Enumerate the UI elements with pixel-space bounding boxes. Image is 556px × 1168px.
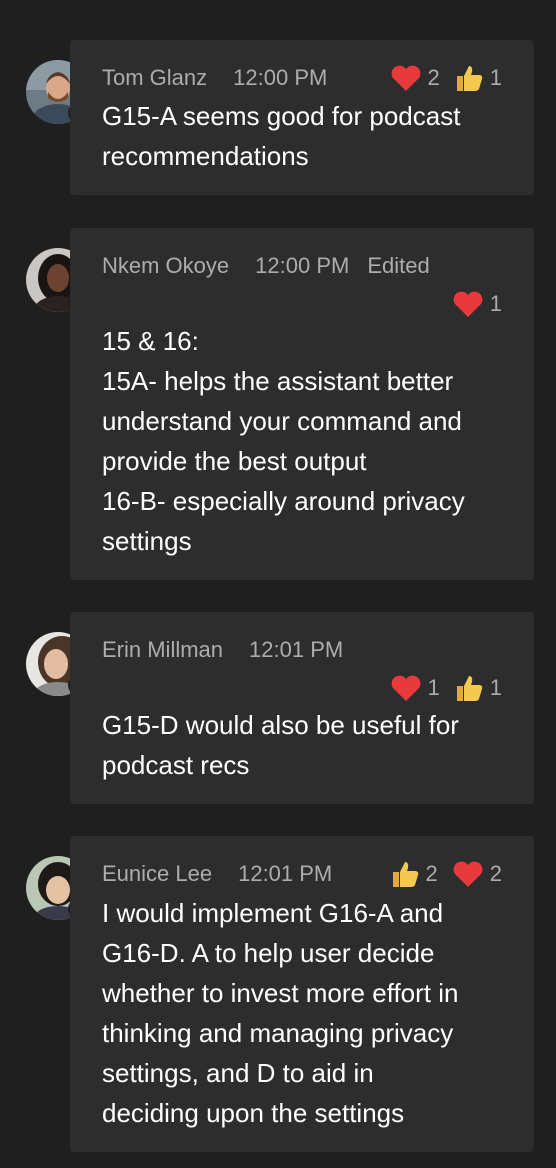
reaction-like[interactable]: 1 <box>454 63 502 93</box>
message-line: provide the best output <box>102 446 367 476</box>
edited-label: Edited <box>367 253 430 278</box>
reactions: 1 1 <box>376 672 502 704</box>
like-icon <box>392 862 418 887</box>
timestamp: 12:01 PM <box>238 861 333 886</box>
reaction-count: 1 <box>489 675 502 700</box>
message-line: 16-B- especially around privacy <box>102 486 465 516</box>
reaction-heart[interactable]: 2 <box>390 64 440 92</box>
message-line: G15-D would also be useful for <box>102 710 459 740</box>
message-line: settings <box>102 526 192 556</box>
message-bubble[interactable]: Tom Glanz 12:00 PM 2 1 G15-A seems good … <box>70 40 534 195</box>
message-header: Nkem Okoye 12:00 PM Edited <box>102 250 430 282</box>
author-name[interactable]: Nkem Okoye <box>102 253 229 279</box>
reaction-count: 1 <box>489 65 502 90</box>
reactions: 1 <box>438 288 502 320</box>
timestamp: 12:00 PM <box>255 253 350 278</box>
message-bubble[interactable]: Eunice Lee 12:01 PM 2 2 I would implemen… <box>70 836 534 1152</box>
message-body: I would implement G16-A and G16-D. A to … <box>102 893 510 1133</box>
message-bubble[interactable]: Nkem Okoye 12:00 PM Edited 1 15 & 16: 15… <box>70 228 534 580</box>
message-line: thinking and managing privacy <box>102 1018 454 1048</box>
message-body: G15-A seems good for podcast recommendat… <box>102 96 510 176</box>
message-line: 15A- helps the assistant better <box>102 366 454 396</box>
message-line: 15 & 16: <box>102 326 199 356</box>
like-icon <box>456 676 482 701</box>
reaction-like[interactable]: 2 <box>390 859 438 889</box>
message-line: G16-D. A to help user decide <box>102 938 435 968</box>
reaction-count: 2 <box>489 861 502 886</box>
heart-icon <box>453 291 483 317</box>
message-header: Erin Millman 12:01 PM <box>102 634 361 666</box>
message-header: Eunice Lee 12:01 PM <box>102 858 350 890</box>
author-name[interactable]: Tom Glanz <box>102 65 207 91</box>
reaction-count: 2 <box>425 861 438 886</box>
message-line: recommendations <box>102 141 309 171</box>
heart-icon <box>391 675 420 701</box>
heart-icon <box>391 65 420 91</box>
message-bubble[interactable]: Erin Millman 12:01 PM 1 1 G15-D would al… <box>70 612 534 804</box>
message-line: settings, and D to aid in <box>102 1058 374 1088</box>
reactions: 2 1 <box>376 62 502 94</box>
chat-thread: Tom Glanz 12:00 PM 2 1 G15-A seems good … <box>0 0 556 1168</box>
message-line: G15-A seems good for podcast <box>102 101 461 131</box>
message-line: whether to invest more effort in <box>102 978 459 1008</box>
heart-icon <box>453 861 483 887</box>
author-name[interactable]: Eunice Lee <box>102 861 212 887</box>
reaction-count: 1 <box>427 675 440 700</box>
reaction-heart[interactable]: 1 <box>452 290 502 318</box>
message-line: deciding upon the settings <box>102 1098 405 1128</box>
message-body: 15 & 16: 15A- helps the assistant better… <box>102 321 510 561</box>
like-icon <box>456 66 482 91</box>
reaction-count: 1 <box>489 291 502 316</box>
reactions: 2 2 <box>376 858 502 890</box>
message-line: I would implement G16-A and <box>102 898 444 928</box>
timestamp: 12:00 PM <box>233 65 328 90</box>
message-body: G15-D would also be useful for podcast r… <box>102 705 510 785</box>
reaction-count: 2 <box>427 65 440 90</box>
reaction-like[interactable]: 1 <box>454 673 502 703</box>
reaction-heart[interactable]: 2 <box>452 860 502 888</box>
message-line: understand your command and <box>102 406 462 436</box>
timestamp: 12:01 PM <box>249 637 344 662</box>
message-header: Tom Glanz 12:00 PM <box>102 62 345 94</box>
author-name[interactable]: Erin Millman <box>102 637 223 663</box>
reaction-heart[interactable]: 1 <box>390 674 440 702</box>
message-line: podcast recs <box>102 750 250 780</box>
